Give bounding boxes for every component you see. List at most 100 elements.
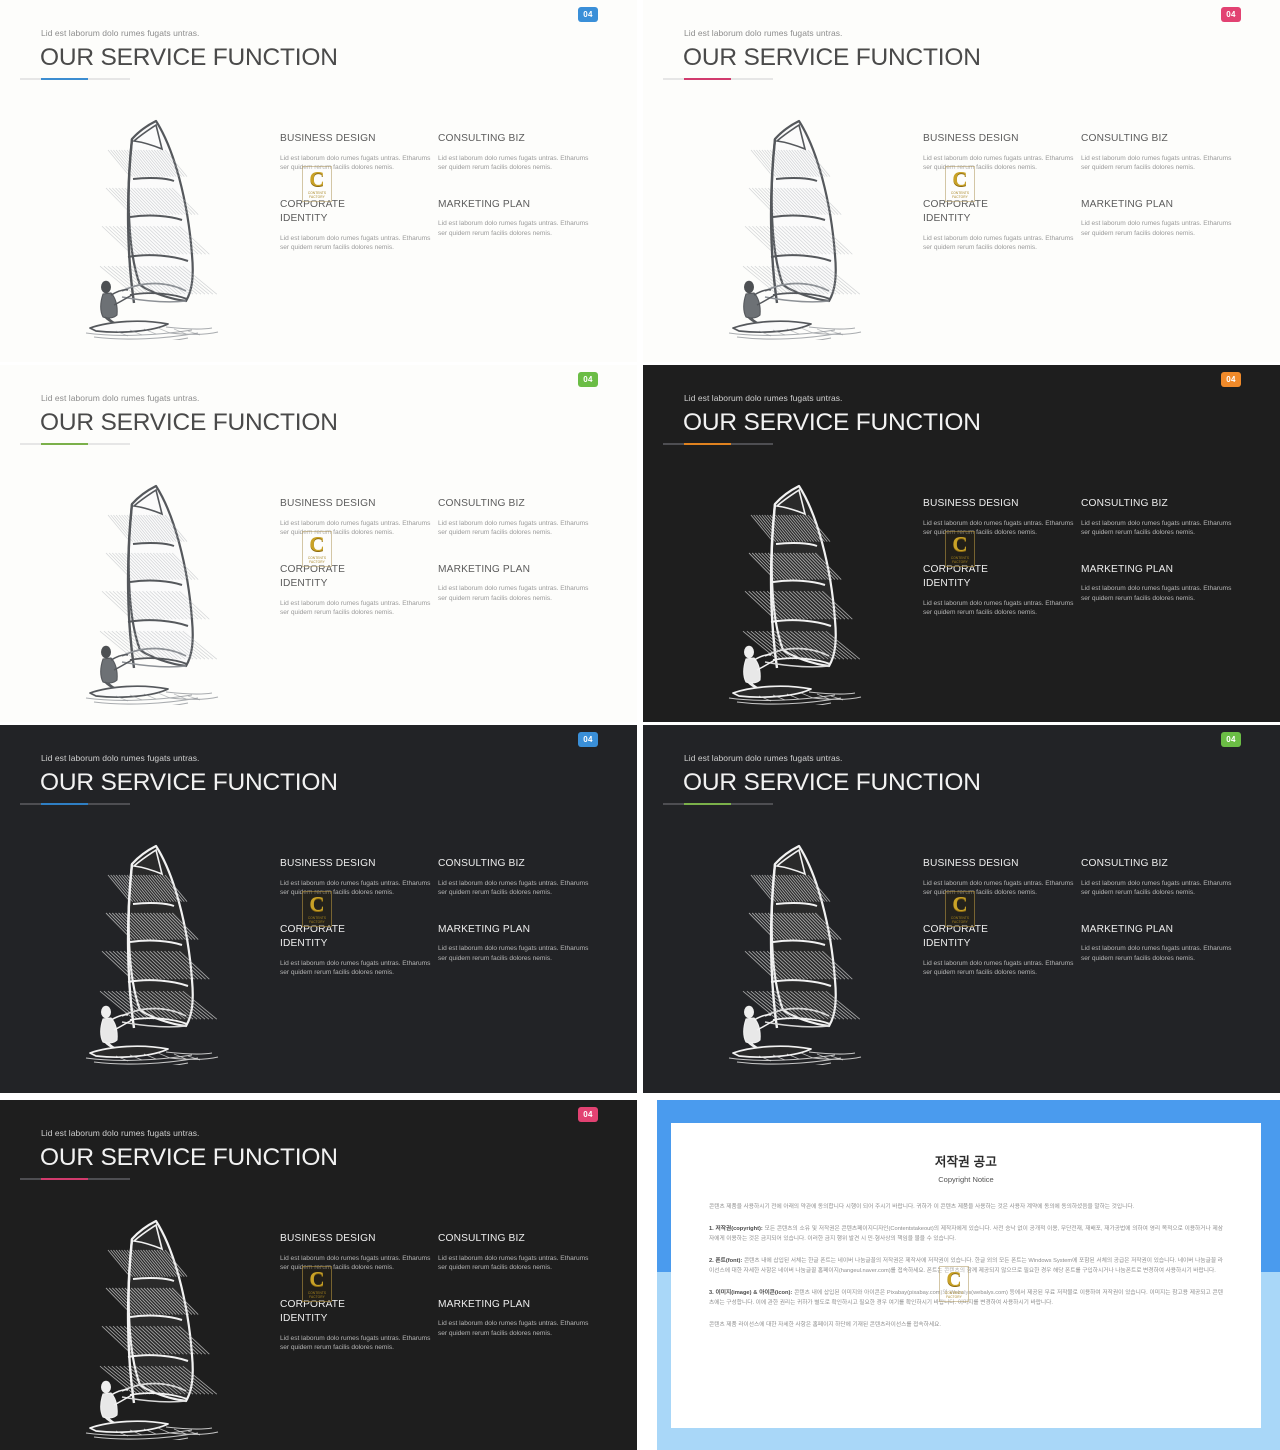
- feature-row: BUSINESS DESIGN Lid est laborum dolo rum…: [923, 497, 1253, 538]
- feature-heading: BUSINESS DESIGN: [280, 1233, 376, 1244]
- feature-body: Lid est laborum dolo rumes fugats untras…: [280, 234, 431, 252]
- feature-item[interactable]: CONSULTING BIZ Lid est laborum dolo rume…: [1081, 857, 1239, 898]
- feature-heading: MARKETING PLAN: [438, 198, 531, 210]
- slide-eyebrow: Lid est laborum dolo rumes fugats untras…: [684, 393, 843, 403]
- feature-grid: BUSINESS DESIGN Lid est laborum dolo rum…: [280, 1232, 610, 1353]
- feature-item[interactable]: MARKETING PLAN Lid est laborum dolo rume…: [1081, 563, 1239, 618]
- feature-item[interactable]: CORPORATE IDENTITY Lid est laborum dolo r…: [923, 198, 1081, 253]
- title-underline: [20, 78, 130, 80]
- feature-row: CORPORATE IDENTITY Lid est laborum dolo r…: [923, 198, 1253, 253]
- feature-item[interactable]: BUSINESS DESIGN Lid est laborum dolo rum…: [923, 857, 1081, 898]
- feature-item[interactable]: CONSULTING BIZ Lid est laborum dolo rume…: [1081, 132, 1239, 173]
- slide-eyebrow: Lid est laborum dolo rumes fugats untras…: [41, 28, 200, 38]
- slide-panel-7[interactable]: 04 Lid est laborum dolo rumes fugats unt…: [0, 1100, 637, 1450]
- feature-heading: CONSULTING BIZ: [1081, 858, 1168, 869]
- feature-heading: CORPORATE IDENTITY: [923, 198, 989, 225]
- feature-body: Lid est laborum dolo rumes fugats untras…: [1081, 945, 1232, 962]
- feature-item[interactable]: BUSINESS DESIGN Lid est laborum dolo rum…: [280, 132, 438, 173]
- feature-item[interactable]: BUSINESS DESIGN Lid est laborum dolo rum…: [280, 1232, 438, 1273]
- title-underline: [663, 78, 773, 80]
- windsurfer-illustration: [70, 830, 270, 1065]
- windsurfer-illustration: [713, 830, 913, 1065]
- feature-heading: BUSINESS DESIGN: [923, 133, 1019, 144]
- feature-body: Lid est laborum dolo rumes fugats untras…: [923, 959, 1074, 977]
- feature-row: BUSINESS DESIGN Lid est laborum dolo rum…: [923, 132, 1253, 173]
- slide-title: OUR SERVICE FUNCTION: [683, 769, 981, 796]
- feature-body: Lid est laborum dolo rumes fugats untras…: [280, 879, 431, 897]
- feature-body: Lid est laborum dolo rumes fugats untras…: [1081, 154, 1232, 172]
- feature-row: BUSINESS DESIGN Lid est laborum dolo rum…: [923, 857, 1253, 898]
- feature-item[interactable]: MARKETING PLAN Lid est laborum dolo rume…: [438, 1298, 596, 1353]
- feature-item[interactable]: CONSULTING BIZ Lid est laborum dolo rume…: [1081, 497, 1239, 538]
- slide-panel-6[interactable]: 04 Lid est laborum dolo rumes fugats unt…: [643, 725, 1280, 1093]
- copyright-footer: 콘텐츠 제품 라이선스에 대한 자세한 사항은 홈페이지 하단에 기재된 콘텐츠…: [709, 1321, 941, 1328]
- feature-body: Lid est laborum dolo rumes fugats untras…: [438, 220, 589, 237]
- feature-heading: CORPORATE IDENTITY: [280, 198, 346, 225]
- feature-item[interactable]: BUSINESS DESIGN Lid est laborum dolo rum…: [923, 497, 1081, 538]
- slide-deck-grid: 04 Lid est laborum dolo rumes fugats unt…: [0, 0, 1280, 1450]
- slide-title: OUR SERVICE FUNCTION: [40, 409, 338, 436]
- feature-item[interactable]: CORPORATE IDENTITY Lid est laborum dolo r…: [280, 923, 438, 978]
- feature-body: Lid est laborum dolo rumes fugats untras…: [280, 1334, 431, 1352]
- title-accent-bar: [41, 1178, 88, 1180]
- windsurfer-illustration: [713, 105, 913, 340]
- feature-heading: BUSINESS DESIGN: [280, 858, 376, 869]
- feature-item[interactable]: BUSINESS DESIGN Lid est laborum dolo rum…: [280, 857, 438, 898]
- feature-heading: BUSINESS DESIGN: [923, 498, 1019, 509]
- feature-row: CORPORATE IDENTITY Lid est laborum dolo r…: [280, 923, 610, 978]
- feature-heading: CORPORATE IDENTITY: [280, 1298, 346, 1325]
- feature-row: BUSINESS DESIGN Lid est laborum dolo rum…: [280, 1232, 610, 1273]
- feature-item[interactable]: CONSULTING BIZ Lid est laborum dolo rume…: [438, 497, 596, 538]
- feature-item[interactable]: MARKETING PLAN Lid est laborum dolo rume…: [1081, 923, 1239, 978]
- feature-body: Lid est laborum dolo rumes fugats untras…: [438, 879, 589, 897]
- feature-grid: BUSINESS DESIGN Lid est laborum dolo rum…: [923, 132, 1253, 253]
- feature-item[interactable]: CONSULTING BIZ Lid est laborum dolo rume…: [438, 1232, 596, 1273]
- slide-panel-2[interactable]: 04 Lid est laborum dolo rumes fugats unt…: [643, 0, 1280, 362]
- copyright-section-3-label: 3. 이미지(image) & 아이콘(icon):: [709, 1289, 793, 1296]
- feature-item[interactable]: MARKETING PLAN Lid est laborum dolo rume…: [438, 198, 596, 253]
- feature-item[interactable]: CORPORATE IDENTITY Lid est laborum dolo r…: [280, 1298, 438, 1353]
- feature-grid: BUSINESS DESIGN Lid est laborum dolo rum…: [923, 857, 1253, 978]
- feature-body: Lid est laborum dolo rumes fugats untras…: [438, 1320, 589, 1337]
- copyright-section-1-body: 모든 콘텐츠의 소유 및 저작권은 콘텐츠페이지디자인(Contentstake…: [709, 1225, 1223, 1243]
- copyright-title: 저작권 공고: [934, 1155, 998, 1169]
- feature-heading: MARKETING PLAN: [438, 563, 531, 575]
- feature-grid: BUSINESS DESIGN Lid est laborum dolo rum…: [280, 132, 610, 253]
- feature-row: BUSINESS DESIGN Lid est laborum dolo rum…: [280, 857, 610, 898]
- slide-panel-1[interactable]: 04 Lid est laborum dolo rumes fugats unt…: [0, 0, 637, 362]
- page-number-badge: 04: [578, 372, 598, 387]
- slide-panel-5[interactable]: 04 Lid est laborum dolo rumes fugats unt…: [0, 725, 637, 1093]
- feature-item[interactable]: CORPORATE IDENTITY Lid est laborum dolo r…: [280, 563, 438, 618]
- feature-item[interactable]: MARKETING PLAN Lid est laborum dolo rume…: [1081, 198, 1239, 253]
- feature-body: Lid est laborum dolo rumes fugats untras…: [280, 1254, 431, 1272]
- feature-grid: BUSINESS DESIGN Lid est laborum dolo rum…: [280, 857, 610, 978]
- copyright-section-2-label: 2. 폰트(font):: [709, 1257, 743, 1264]
- feature-body: Lid est laborum dolo rumes fugats untras…: [1081, 220, 1232, 237]
- feature-item[interactable]: BUSINESS DESIGN Lid est laborum dolo rum…: [923, 132, 1081, 173]
- feature-item[interactable]: CORPORATE IDENTITY Lid est laborum dolo r…: [923, 563, 1081, 618]
- feature-heading: CORPORATE IDENTITY: [923, 923, 989, 950]
- feature-row: CORPORATE IDENTITY Lid est laborum dolo r…: [923, 563, 1253, 618]
- feature-heading: MARKETING PLAN: [438, 923, 531, 935]
- feature-item[interactable]: CORPORATE IDENTITY Lid est laborum dolo r…: [923, 923, 1081, 978]
- feature-item[interactable]: CORPORATE IDENTITY Lid est laborum dolo r…: [280, 198, 438, 253]
- slide-title: OUR SERVICE FUNCTION: [40, 44, 338, 71]
- feature-body: Lid est laborum dolo rumes fugats untras…: [1081, 879, 1232, 897]
- slide-panel-3[interactable]: 04 Lid est laborum dolo rumes fugats unt…: [0, 365, 637, 722]
- feature-item[interactable]: MARKETING PLAN Lid est laborum dolo rume…: [438, 923, 596, 978]
- copyright-section-1-label: 1. 저작권(copyright):: [709, 1225, 763, 1232]
- feature-item[interactable]: CONSULTING BIZ Lid est laborum dolo rume…: [438, 132, 596, 173]
- feature-heading: MARKETING PLAN: [1081, 923, 1174, 935]
- title-accent-bar: [684, 78, 731, 80]
- feature-heading: MARKETING PLAN: [1081, 198, 1174, 210]
- feature-item[interactable]: CONSULTING BIZ Lid est laborum dolo rume…: [438, 857, 596, 898]
- copyright-notice-panel: 저작권 공고 Copyright Notice 콘텐츠 제품을 사용하시기 전에…: [657, 1100, 1280, 1450]
- feature-item[interactable]: BUSINESS DESIGN Lid est laborum dolo rum…: [280, 497, 438, 538]
- slide-panel-4[interactable]: 04 Lid est laborum dolo rumes fugats unt…: [643, 365, 1280, 722]
- feature-item[interactable]: MARKETING PLAN Lid est laborum dolo rume…: [438, 563, 596, 618]
- page-number-badge: 04: [578, 7, 598, 22]
- copyright-section-3: 3. 이미지(image) & 아이콘(icon): 콘텐츠 내에 삽입된 이미…: [709, 1288, 1223, 1309]
- page-number-badge: 04: [1221, 7, 1241, 22]
- windsurfer-illustration: [70, 1205, 270, 1440]
- feature-heading: BUSINESS DESIGN: [280, 498, 376, 509]
